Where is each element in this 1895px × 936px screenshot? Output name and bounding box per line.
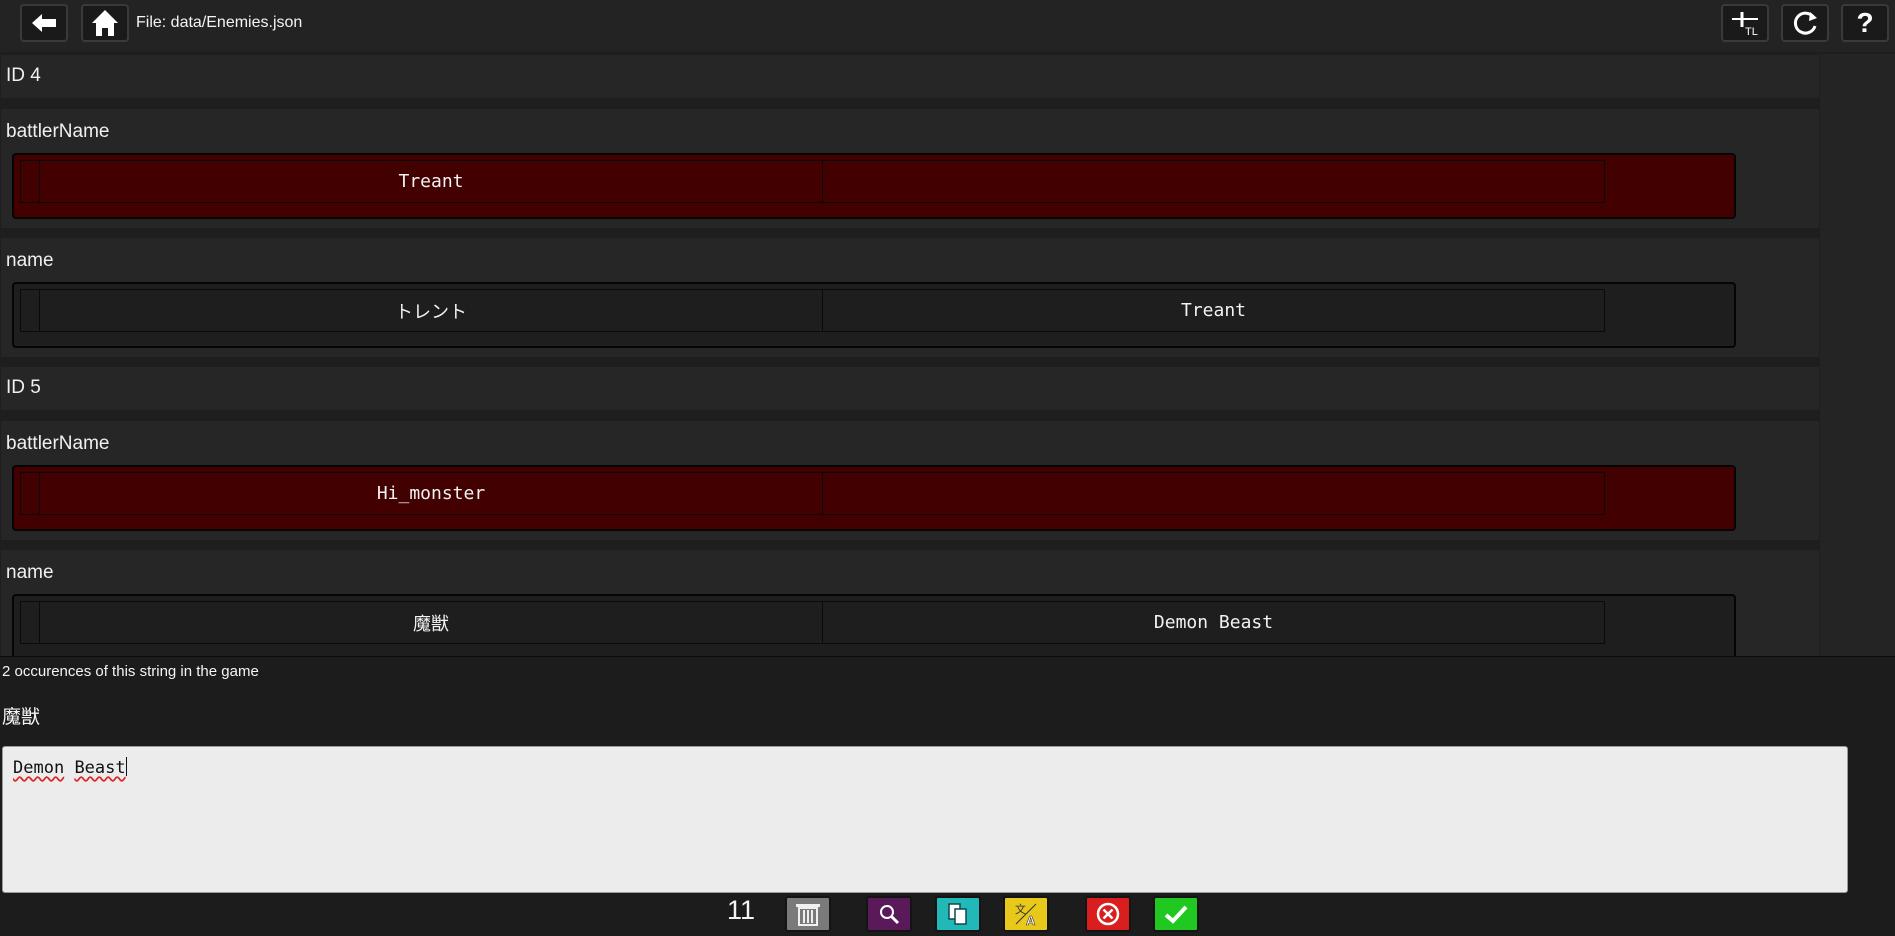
tl-marker-icon: TL: [1732, 12, 1758, 37]
search-icon: [880, 905, 900, 925]
entry-row-battlername-4: battlerName Treant: [1, 109, 1819, 228]
string-cells: 魔獣 Demon Beast: [20, 601, 1605, 644]
string-cells: トレント Treant: [20, 289, 1605, 332]
list-scroll-gutter[interactable]: [1820, 54, 1895, 656]
string-row[interactable]: Treant: [12, 153, 1736, 219]
string-cells: Treant: [20, 160, 1605, 203]
translation-word: Demon: [13, 758, 65, 778]
translation-cell[interactable]: [823, 161, 1604, 202]
file-path-label: File: data/Enemies.json: [136, 14, 303, 31]
original-cell[interactable]: 魔獣: [40, 602, 823, 643]
cancel-button[interactable]: [1085, 896, 1131, 932]
original-cell[interactable]: トレント: [40, 290, 823, 331]
row-gutter[interactable]: [21, 473, 40, 514]
entry-row-name-4: name トレント Treant: [1, 238, 1819, 357]
occurrences-text: 2 occurences of this string in the game: [2, 663, 259, 680]
entry-row-name-5: name 魔獣 Demon Beast: [1, 550, 1819, 656]
confirm-button[interactable]: [1153, 896, 1199, 932]
tl-glyph: TL: [1745, 26, 1758, 37]
field-label: battlerName: [6, 433, 110, 454]
cancel-icon: [1096, 902, 1120, 926]
help-icon: ?: [1856, 7, 1874, 38]
string-row[interactable]: Hi_monster: [12, 465, 1736, 531]
translation-editor: 2 occurences of this string in the game …: [0, 656, 1895, 936]
string-cells: Hi_monster: [20, 472, 1605, 515]
translation-textarea[interactable]: Demon Beast: [2, 746, 1848, 893]
string-row[interactable]: 魔獣 Demon Beast: [12, 594, 1736, 656]
text-caret: [125, 757, 127, 776]
id-header: ID 4: [1, 55, 1819, 98]
copy-icon: [948, 903, 967, 925]
translate-icon: 文 A: [1015, 902, 1037, 928]
translation-cell[interactable]: [823, 473, 1604, 514]
id-header: ID 5: [1, 367, 1819, 410]
translation-word: Beast: [74, 758, 126, 778]
search-button[interactable]: [866, 896, 912, 932]
back-button[interactable]: [20, 4, 68, 42]
home-icon: [92, 10, 118, 36]
check-icon: [1164, 905, 1188, 924]
svg-text:文: 文: [1015, 902, 1026, 916]
home-button[interactable]: [81, 4, 129, 42]
field-label: battlerName: [6, 121, 110, 142]
field-label: name: [6, 562, 54, 583]
top-toolbar: File: data/Enemies.json TL ?: [0, 0, 1895, 52]
trash-icon: [796, 904, 820, 926]
arrow-left-icon: [32, 14, 56, 32]
translation-cell[interactable]: Demon Beast: [823, 602, 1604, 643]
row-gutter[interactable]: [21, 602, 40, 643]
original-cell[interactable]: Hi_monster: [40, 473, 823, 514]
entry-list[interactable]: ID 4 battlerName Treant name トレント Treant…: [0, 54, 1895, 656]
field-label: name: [6, 250, 54, 271]
trash-button[interactable]: [785, 896, 831, 932]
refresh-button[interactable]: [1781, 4, 1829, 42]
entry-row-battlername-5: battlerName Hi_monster: [1, 421, 1819, 540]
original-string: 魔獣: [2, 706, 41, 728]
translate-button[interactable]: 文 A: [1003, 896, 1049, 932]
row-gutter[interactable]: [21, 161, 40, 202]
copy-button[interactable]: [935, 896, 981, 932]
translation-cell[interactable]: Treant: [823, 290, 1604, 331]
tl-marker-button[interactable]: TL: [1721, 4, 1769, 42]
original-cell[interactable]: Treant: [40, 161, 823, 202]
svg-text:A: A: [1026, 913, 1036, 928]
row-gutter[interactable]: [21, 290, 40, 331]
string-count: 11: [727, 895, 756, 925]
refresh-icon: [1793, 11, 1817, 35]
help-button[interactable]: ?: [1841, 4, 1889, 42]
string-row[interactable]: トレント Treant: [12, 282, 1736, 348]
